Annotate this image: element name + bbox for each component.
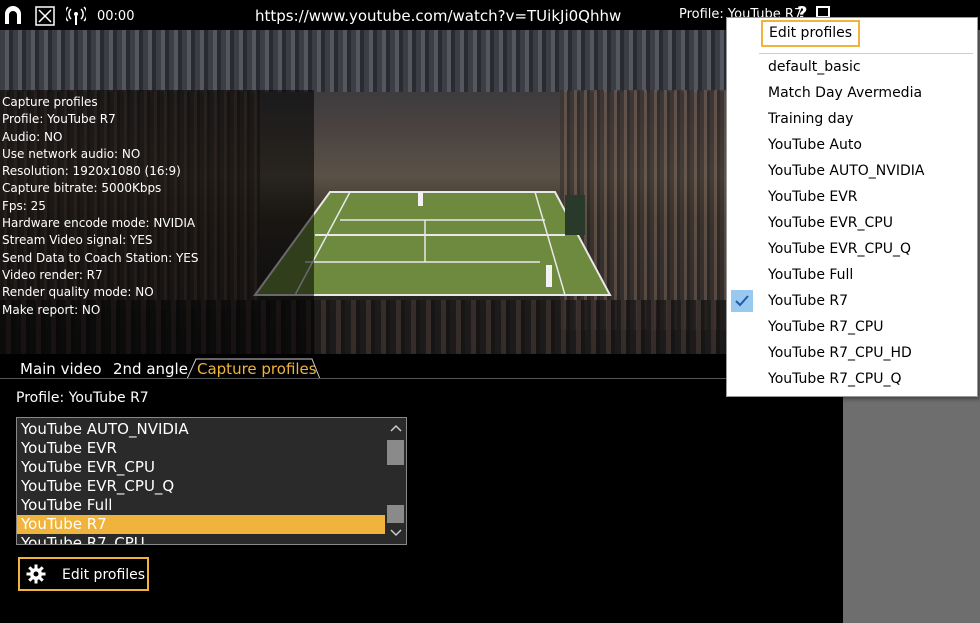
menu-item-label: Match Day Avermedia [768,85,923,101]
menu-item-youtube-r7-cpu[interactable]: YouTube R7_CPU [727,314,977,340]
menu-item-label: YouTube Auto [768,137,862,153]
list-item[interactable]: YouTube Full [17,496,385,515]
menu-edit-profiles[interactable]: Edit profiles [761,20,861,47]
menu-item-match-day-avermedia[interactable]: Match Day Avermedia [727,80,977,106]
list-item[interactable]: YouTube EVR_CPU [17,458,385,477]
video-preview: Capture profiles Profile: YouTube R7 Aud… [0,30,727,354]
checkmark-icon [731,290,753,312]
active-tab-outline [186,358,321,380]
info-line: Render quality mode: NO [2,285,154,300]
clock: 00:00 [97,9,135,24]
info-line: Profile: YouTube R7 [2,112,116,127]
stream-url[interactable]: https://www.youtube.com/watch?v=TUikJi0Q… [255,7,621,25]
tab-2nd-angle[interactable]: 2nd angle [113,360,188,378]
menu-item-label: YouTube AUTO_NVIDIA [768,163,925,179]
menu-item-youtube-full[interactable]: YouTube Full [727,262,977,288]
menu-item-training-day[interactable]: Training day [727,106,977,132]
menu-item-label: YouTube EVR [768,189,858,205]
info-line: Resolution: 1920x1080 (16:9) [2,164,181,179]
menu-item-youtube-r7-cpu-q[interactable]: YouTube R7_CPU_Q [727,366,977,392]
info-line: Capture profiles [2,95,98,109]
list-item[interactable]: YouTube EVR_CPU_Q [17,477,385,496]
info-line: Make report: NO [2,302,101,317]
tab-bar: Main video 2nd angle Capture profiles [0,358,727,380]
profile-label: Profile: YouTube R7 [16,390,149,406]
scrollbar-thumb[interactable] [387,440,404,465]
app-logo-icon[interactable] [3,6,23,26]
profile-dropdown-menu: Edit profiles default_basic Match Day Av… [726,17,978,397]
menu-item-youtube-auto-nvidia[interactable]: YouTube AUTO_NVIDIA [727,158,977,184]
info-line: Audio: NO [2,129,63,144]
menu-item-label: YouTube R7_CPU_Q [768,371,902,387]
menu-item-label: YouTube R7_CPU_HD [768,345,912,361]
list-item[interactable]: YouTube AUTO_NVIDIA [17,420,385,439]
edit-profiles-button[interactable]: Edit profiles [18,557,149,591]
menu-item-default-basic[interactable]: default_basic [727,54,977,80]
menu-item-label: YouTube Full [768,267,854,283]
info-line: Use network audio: NO [2,146,141,161]
scroll-up-icon[interactable] [390,424,402,432]
info-line: Capture bitrate: 5000Kbps [2,181,162,196]
menu-item-youtube-evr-cpu[interactable]: YouTube EVR_CPU [727,210,977,236]
menu-item-label: YouTube EVR_CPU_Q [768,241,912,257]
menu-item-label: Training day [768,111,854,127]
menu-item-youtube-evr-cpu-q[interactable]: YouTube EVR_CPU_Q [727,236,977,262]
tab-main-video[interactable]: Main video [20,360,102,378]
menu-item-youtube-r7-cpu-hd[interactable]: YouTube R7_CPU_HD [727,340,977,366]
info-line: Hardware encode mode: NVIDIA [2,216,196,231]
profile-listbox[interactable]: YouTube AUTO_NVIDIA YouTube EVR YouTube … [16,417,407,545]
fullscreen-icon[interactable] [35,6,55,26]
menu-item-youtube-r7[interactable]: YouTube R7 [727,288,977,314]
menu-item-label: YouTube R7_CPU [768,319,884,335]
list-item[interactable]: YouTube EVR [17,439,385,458]
info-line: Send Data to Coach Station: YES [2,250,199,265]
edit-profiles-button-label: Edit profiles [62,567,146,583]
scrollbar-track-segment[interactable] [387,505,404,523]
info-line: Stream Video signal: YES [2,233,153,248]
scroll-down-icon[interactable] [390,529,402,537]
capture-info-overlay: Capture profiles Profile: YouTube R7 Aud… [2,94,199,319]
listbox-scrollbar[interactable] [385,418,406,544]
menu-item-label: YouTube EVR_CPU [768,215,893,231]
menu-item-youtube-auto[interactable]: YouTube Auto [727,132,977,158]
wireless-signal-icon[interactable] [66,6,86,26]
list-item-selected[interactable]: YouTube R7 [17,515,385,534]
info-line: Video render: R7 [2,267,103,282]
menu-item-label: default_basic [768,59,861,75]
list-item[interactable]: YouTube R7_CPU [17,534,385,544]
menu-item-label: YouTube R7 [768,293,849,309]
info-line: Fps: 25 [2,198,46,213]
menu-item-youtube-evr[interactable]: YouTube EVR [727,184,977,210]
tab-divider [0,378,727,379]
gear-icon [26,564,46,584]
